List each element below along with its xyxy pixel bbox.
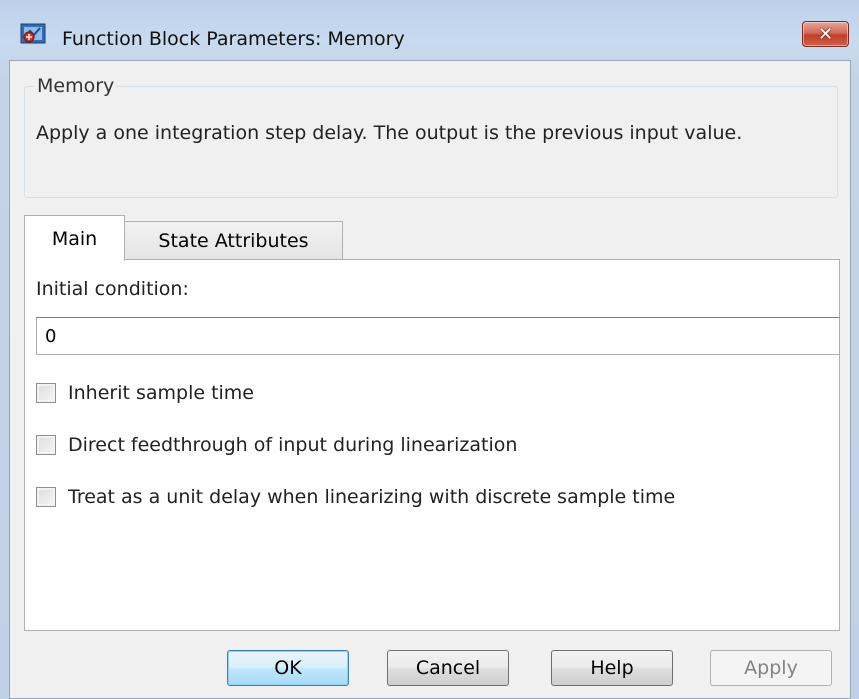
cancel-button[interactable]: Cancel — [387, 650, 509, 686]
help-button[interactable]: Help — [551, 650, 673, 686]
ok-button[interactable]: OK — [227, 650, 349, 686]
title-bar[interactable]: Function Block Parameters: Memory ✕ — [0, 0, 859, 52]
simulink-block-icon — [20, 23, 46, 44]
unit-delay-checkbox[interactable] — [36, 487, 56, 507]
tab-bar: Main State Attributes — [24, 215, 844, 261]
initial-condition-label: Initial condition: — [36, 278, 189, 300]
direct-feedthrough-label[interactable]: Direct feedthrough of input during linea… — [68, 434, 517, 456]
direct-feedthrough-checkbox[interactable] — [36, 435, 56, 455]
group-legend: Memory — [34, 75, 118, 97]
close-button[interactable]: ✕ — [802, 21, 849, 47]
inherit-sample-time-row[interactable]: Inherit sample time — [36, 380, 254, 406]
unit-delay-label[interactable]: Treat as a unit delay when linearizing w… — [68, 486, 675, 508]
dialog-window: Function Block Parameters: Memory ✕ Memo… — [0, 0, 859, 699]
inherit-sample-time-checkbox[interactable] — [36, 383, 56, 403]
window-title: Function Block Parameters: Memory — [62, 28, 405, 50]
tab-main[interactable]: Main — [24, 215, 125, 261]
close-icon: ✕ — [817, 23, 834, 45]
tab-panel-main: Initial condition: Inherit sample time D… — [24, 259, 840, 631]
initial-condition-input[interactable] — [36, 317, 840, 355]
block-description: Apply a one integration step delay. The … — [36, 122, 743, 144]
apply-button: Apply — [710, 650, 832, 686]
dialog-client-area: Memory Apply a one integration step dela… — [9, 60, 851, 699]
direct-feedthrough-row[interactable]: Direct feedthrough of input during linea… — [36, 432, 517, 458]
unit-delay-row[interactable]: Treat as a unit delay when linearizing w… — [36, 484, 675, 510]
tab-state-attributes[interactable]: State Attributes — [124, 221, 343, 260]
inherit-sample-time-label[interactable]: Inherit sample time — [68, 382, 254, 404]
